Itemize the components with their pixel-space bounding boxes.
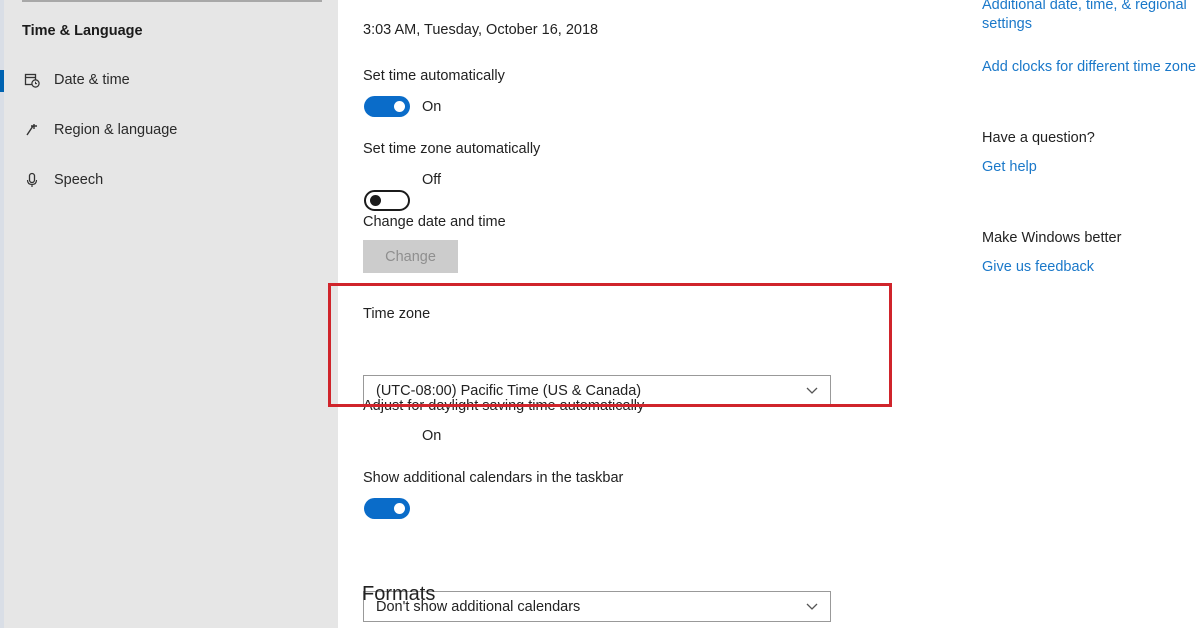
set-tz-auto-state: Off bbox=[422, 172, 442, 188]
sidebar-item-label: Speech bbox=[54, 172, 104, 188]
feedback-title: Make Windows better bbox=[982, 230, 1122, 246]
microphone-icon bbox=[22, 171, 42, 189]
current-datetime: 3:03 AM, Tuesday, October 16, 2018 bbox=[363, 22, 599, 38]
calendar-clock-icon bbox=[22, 71, 42, 89]
set-time-auto-label: Set time automatically bbox=[363, 68, 505, 84]
change-date-label: Change date and time bbox=[363, 214, 506, 230]
sidebar-divider bbox=[22, 0, 322, 2]
change-button[interactable]: Change bbox=[363, 240, 458, 273]
daylight-toggle[interactable] bbox=[364, 498, 410, 519]
formats-heading: Formats bbox=[362, 583, 436, 605]
sidebar-item-label: Region & language bbox=[54, 122, 178, 138]
set-tz-auto-toggle[interactable] bbox=[364, 190, 410, 211]
feedback-link[interactable]: Give us feedback bbox=[982, 259, 1094, 275]
calendars-label: Show additional calendars in the taskbar bbox=[363, 470, 624, 486]
set-time-auto-state: On bbox=[422, 99, 442, 115]
highlight-box bbox=[328, 283, 892, 407]
additional-settings-link[interactable]: Additional date, time, & regional settin… bbox=[982, 0, 1187, 32]
link-line-2: settings bbox=[982, 16, 1032, 32]
sidebar-item-date-time[interactable]: Date & time bbox=[22, 71, 130, 89]
question-title: Have a question? bbox=[982, 130, 1095, 146]
daylight-state: On bbox=[422, 428, 442, 444]
set-time-auto-toggle[interactable] bbox=[364, 96, 410, 117]
section-title: Time & Language bbox=[22, 23, 143, 39]
get-help-link[interactable]: Get help bbox=[982, 159, 1037, 175]
sidebar: Time & Language Date & time Region & lan… bbox=[0, 0, 338, 628]
region-icon bbox=[22, 121, 42, 139]
set-tz-auto-label: Set time zone automatically bbox=[363, 141, 541, 157]
link-line-1: Additional date, time, & regional bbox=[982, 0, 1187, 13]
sidebar-item-speech[interactable]: Speech bbox=[22, 171, 103, 189]
sidebar-item-label: Date & time bbox=[54, 72, 130, 88]
sidebar-edge bbox=[0, 0, 4, 628]
add-clocks-link[interactable]: Add clocks for different time zones bbox=[982, 59, 1196, 75]
sidebar-item-region-language[interactable]: Region & language bbox=[22, 121, 177, 139]
chevron-down-icon bbox=[806, 600, 818, 616]
sidebar-active-indicator bbox=[0, 70, 4, 92]
